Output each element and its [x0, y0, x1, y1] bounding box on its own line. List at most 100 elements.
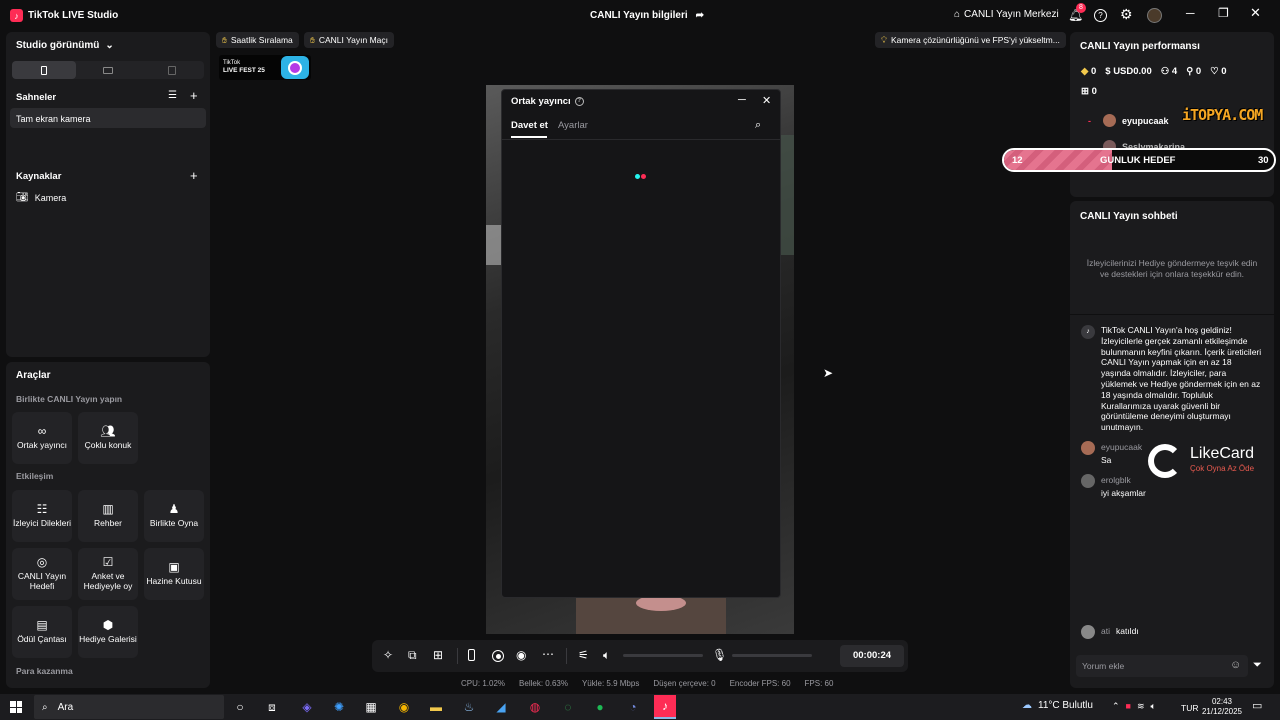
- notification-center-icon[interactable]: ▭: [1252, 699, 1262, 712]
- maximize-button[interactable]: ❐: [1218, 6, 1229, 20]
- tiktok-tray-icon[interactable]: ■: [1126, 701, 1131, 712]
- performance-title: CANLI Yayın performansı: [1080, 41, 1200, 52]
- screen-add-icon[interactable]: ⊞: [433, 648, 443, 662]
- folder-icon[interactable]: ▬: [425, 697, 447, 717]
- poll-tool[interactable]: ☑ Anket ve Hediyeyle oy: [78, 548, 138, 600]
- sources-title: Kaynaklar: [16, 171, 62, 182]
- taskbar-search[interactable]: ⌕ Ara: [34, 695, 224, 719]
- users-icon: 👥︎: [100, 424, 116, 438]
- mic-volume-slider[interactable]: [732, 654, 812, 657]
- treasure-label: Hazine Kutusu: [146, 576, 202, 586]
- search-icon: ⌕: [42, 701, 48, 713]
- spotify-icon[interactable]: ●: [589, 697, 611, 717]
- reward-bag-tool[interactable]: ▤ Ödül Çantası: [12, 606, 72, 658]
- dialog-divider: [502, 139, 780, 140]
- chrome-icon[interactable]: ◉: [393, 697, 415, 717]
- tiktok-live-taskbar-icon[interactable]: ♪: [654, 695, 676, 719]
- cohost-dialog: [501, 89, 781, 598]
- list-icon[interactable]: ☰: [168, 90, 177, 101]
- live-center-button[interactable]: ⌂ CANLI Yayın Merkezi: [954, 9, 1059, 20]
- viewer-requests-tool[interactable]: ☷ İzleyici Dilekleri: [12, 490, 72, 542]
- emoji-icon[interactable]: ☺: [1230, 659, 1241, 671]
- app-icon-5[interactable]: ◍: [524, 697, 546, 717]
- avatar[interactable]: [1147, 8, 1162, 23]
- tab-invite[interactable]: Davet et: [511, 120, 548, 131]
- close-button[interactable]: ✕: [1250, 5, 1261, 21]
- notification-button[interactable]: 🔔︎ 8: [1068, 3, 1086, 22]
- camera-tip-chip[interactable]: 💡︎ Kamera çözünürlüğünü ve FPS'yi yüksel…: [875, 32, 1066, 48]
- adjust-icon[interactable]: ⚟: [578, 648, 589, 662]
- add-scene-icon[interactable]: +: [190, 88, 198, 103]
- portrait-button[interactable]: [12, 61, 76, 79]
- more-icon[interactable]: ⋯: [542, 647, 554, 661]
- diamond-icon: ◆: [1081, 66, 1089, 77]
- studio-view-dropdown[interactable]: Studio görünümü ⌄: [16, 40, 114, 51]
- cohost-tool[interactable]: ∞ Ortak yayıncı: [12, 412, 72, 464]
- filter-icon[interactable]: ⏷: [1253, 659, 1262, 672]
- dialog-close-button[interactable]: ✕: [762, 94, 771, 107]
- live-timer: 00:00:24: [840, 645, 904, 667]
- app-icon-1[interactable]: ◈: [296, 697, 318, 717]
- gift-gallery-tool[interactable]: ⬢ Hediye Galerisi: [78, 606, 138, 658]
- scene-item[interactable]: Tam ekran kamera: [10, 108, 206, 128]
- section-live-together: Birlikte CANLI Yayın yapın: [16, 394, 123, 404]
- live-match-chip[interactable]: ✋︎ CANLI Yayın Maçı: [304, 32, 394, 48]
- app-icon-4[interactable]: ◢: [490, 697, 512, 717]
- minimize-button[interactable]: ─: [1186, 6, 1195, 20]
- dollar-icon: $: [1105, 66, 1111, 77]
- treasure-box-icon: ▣: [168, 560, 180, 574]
- tab-settings[interactable]: Ayarlar: [558, 120, 588, 131]
- magic-wand-icon[interactable]: ✧: [383, 648, 393, 662]
- play-together-tool[interactable]: ♟ Birlikte Oyna: [144, 490, 204, 542]
- discord-icon[interactable]: ◔: [622, 697, 644, 717]
- source-item[interactable]: 📷︎ Kamera: [16, 192, 66, 203]
- speaker-volume-slider[interactable]: [623, 654, 703, 657]
- microphone-icon[interactable]: 🎙︎: [712, 648, 727, 662]
- cortana-icon[interactable]: ○: [229, 697, 251, 717]
- record-icon[interactable]: [492, 650, 504, 662]
- dual-layout-button[interactable]: [140, 61, 204, 79]
- control-divider-2: [566, 648, 567, 664]
- add-media-icon[interactable]: ⧉: [408, 648, 417, 663]
- live-info-title[interactable]: CANLI Yayın bilgileri ➦: [590, 10, 704, 21]
- clock[interactable]: 02:43 21/12/2025: [1200, 697, 1244, 717]
- windows-start-icon[interactable]: [10, 701, 22, 713]
- dialog-title: Ortak yayıncı ?: [511, 96, 584, 107]
- steam-icon[interactable]: ♨: [458, 697, 480, 717]
- dialog-minimize-button[interactable]: ─: [738, 94, 746, 106]
- landscape-button[interactable]: [76, 61, 140, 79]
- app-icon-6[interactable]: ◌: [557, 697, 579, 717]
- weather-widget[interactable]: ☁ 11°C Bulutlu: [1022, 700, 1093, 711]
- welcome-message: TikTok CANLI Yayın'a hoş geldiniz! İzley…: [1101, 325, 1262, 433]
- cloud-icon: ☁: [1022, 700, 1032, 711]
- tiktok-logo-icon: ♪: [10, 9, 23, 22]
- help-icon[interactable]: ?: [1094, 9, 1107, 22]
- hourly-rank-label: Saatlik Sıralama: [230, 35, 293, 45]
- clock-date: 21/12/2025: [1201, 707, 1243, 716]
- multi-guest-tool[interactable]: 👥︎ Çoklu konuk: [78, 412, 138, 464]
- live-goal-tool[interactable]: ◎ CANLI Yayın Hedefi: [12, 548, 72, 600]
- phone-mode-icon[interactable]: [468, 649, 475, 661]
- taskbar-search-label: Ara: [57, 701, 74, 713]
- wifi-icon[interactable]: ≋: [1137, 701, 1145, 712]
- task-view-icon[interactable]: ⧈: [261, 697, 283, 717]
- search-icon[interactable]: ⌕: [755, 119, 761, 132]
- add-source-icon[interactable]: +: [190, 168, 198, 183]
- app-icon-3[interactable]: ▦: [360, 697, 382, 717]
- live-status-icon[interactable]: ◉: [516, 648, 526, 662]
- weather-label: 11°C Bulutlu: [1038, 700, 1093, 711]
- speaker-tray-icon[interactable]: 🔈︎: [1151, 701, 1156, 712]
- treasure-tool[interactable]: ▣ Hazine Kutusu: [144, 548, 204, 600]
- live-match-label: CANLI Yayın Maçı: [318, 35, 388, 45]
- guide-tool[interactable]: ▥ Rehber: [78, 490, 138, 542]
- link-icon: ∞: [37, 424, 47, 438]
- stats-bar: CPU: 1.02% Bellek: 0.63% Yükle: 5.9 Mbps…: [461, 679, 833, 688]
- settings-icon[interactable]: ⚙: [1120, 6, 1133, 23]
- badge-line2: LIVE FEST 25: [223, 67, 265, 74]
- app-icon-2[interactable]: ✺: [328, 697, 350, 717]
- chevron-up-icon[interactable]: ⌃: [1112, 701, 1120, 712]
- speaker-icon[interactable]: 🔈︎: [603, 648, 610, 663]
- language-indicator[interactable]: TUR: [1181, 703, 1198, 713]
- info-icon[interactable]: ?: [574, 97, 584, 106]
- hourly-rank-chip[interactable]: ✋︎ Saatlik Sıralama: [216, 32, 299, 48]
